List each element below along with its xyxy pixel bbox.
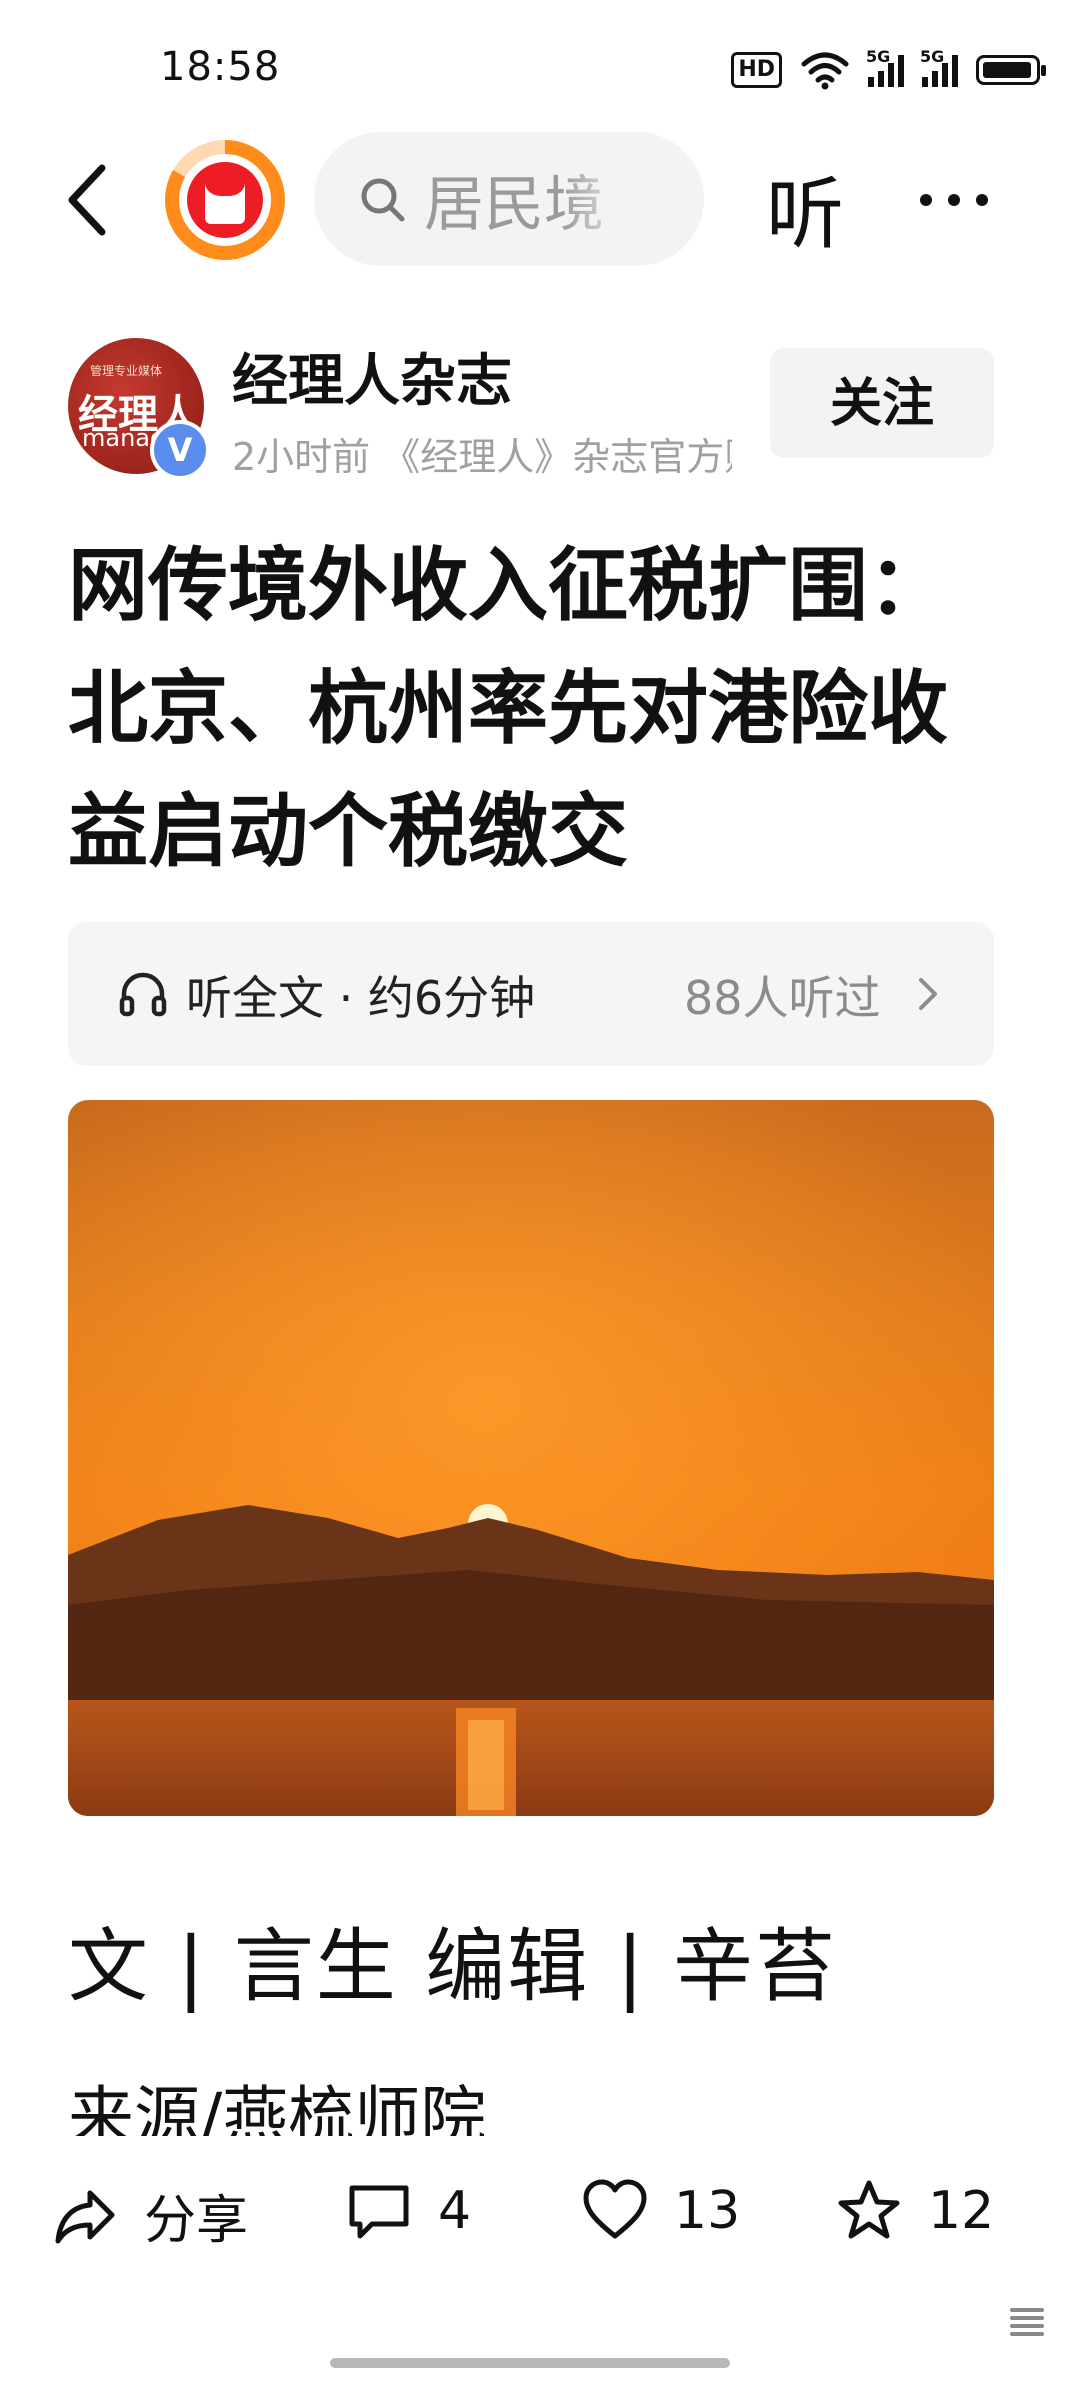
heart-icon <box>583 2179 647 2239</box>
signal-5g-icon: 5G <box>866 47 904 87</box>
article-byline: 文 | 言生 编辑 | 辛苔 <box>68 1920 838 2013</box>
more-dots-icon[interactable] <box>920 170 1010 230</box>
article-title: 网传境外收入征税扩围：北京、杭州率先对港险收益启动个税缴交 <box>68 539 948 878</box>
comment-icon <box>349 2185 409 2239</box>
status-icons: HD 5G 5G <box>731 47 1046 92</box>
search-icon <box>361 178 405 222</box>
status-time: 18:58 <box>160 44 281 90</box>
drag-handle-icon[interactable] <box>1010 2308 1044 2338</box>
home-indicator[interactable] <box>330 2358 730 2368</box>
author-name[interactable]: 经理人杂志 <box>232 336 512 417</box>
hd-voice-icon: HD <box>731 52 782 88</box>
search-placeholder: 居民境 <box>424 169 604 240</box>
article-source: 来源/燕梳师院 <box>68 2079 487 2136</box>
red-packet-icon[interactable] <box>165 140 285 260</box>
favorite-button[interactable]: 12 <box>836 2178 994 2244</box>
author-meta: 2小时前 《经理人》杂志官方账号 <box>232 435 732 479</box>
signal-5g-icon-2: 5G <box>920 47 958 87</box>
share-label: 分享 <box>144 2191 249 2251</box>
favorite-count: 12 <box>928 2181 995 2241</box>
listen-full-label[interactable]: 听全文 · 约6分钟 <box>186 962 535 1028</box>
comment-button[interactable]: 4 <box>346 2178 471 2244</box>
comment-count: 4 <box>438 2181 472 2241</box>
chevron-right-icon <box>919 978 937 1010</box>
listen-button[interactable]: 听 <box>766 152 844 264</box>
article-image[interactable] <box>68 1100 994 1816</box>
headphone-icon <box>119 972 167 1017</box>
star-icon <box>838 2180 900 2239</box>
like-count: 13 <box>674 2181 741 2241</box>
like-button[interactable]: 13 <box>582 2178 740 2244</box>
battery-icon <box>976 55 1046 85</box>
verified-icon: V <box>150 420 210 480</box>
follow-button[interactable]: 关注 <box>770 348 994 458</box>
listen-count: 88人听过 <box>684 971 881 1025</box>
wifi-icon <box>801 52 849 90</box>
share-icon <box>55 2190 115 2243</box>
share-button[interactable]: 分享 <box>52 2178 248 2253</box>
chevron-left-icon[interactable] <box>60 160 120 240</box>
search-bar[interactable]: 居民境 <box>314 132 704 266</box>
